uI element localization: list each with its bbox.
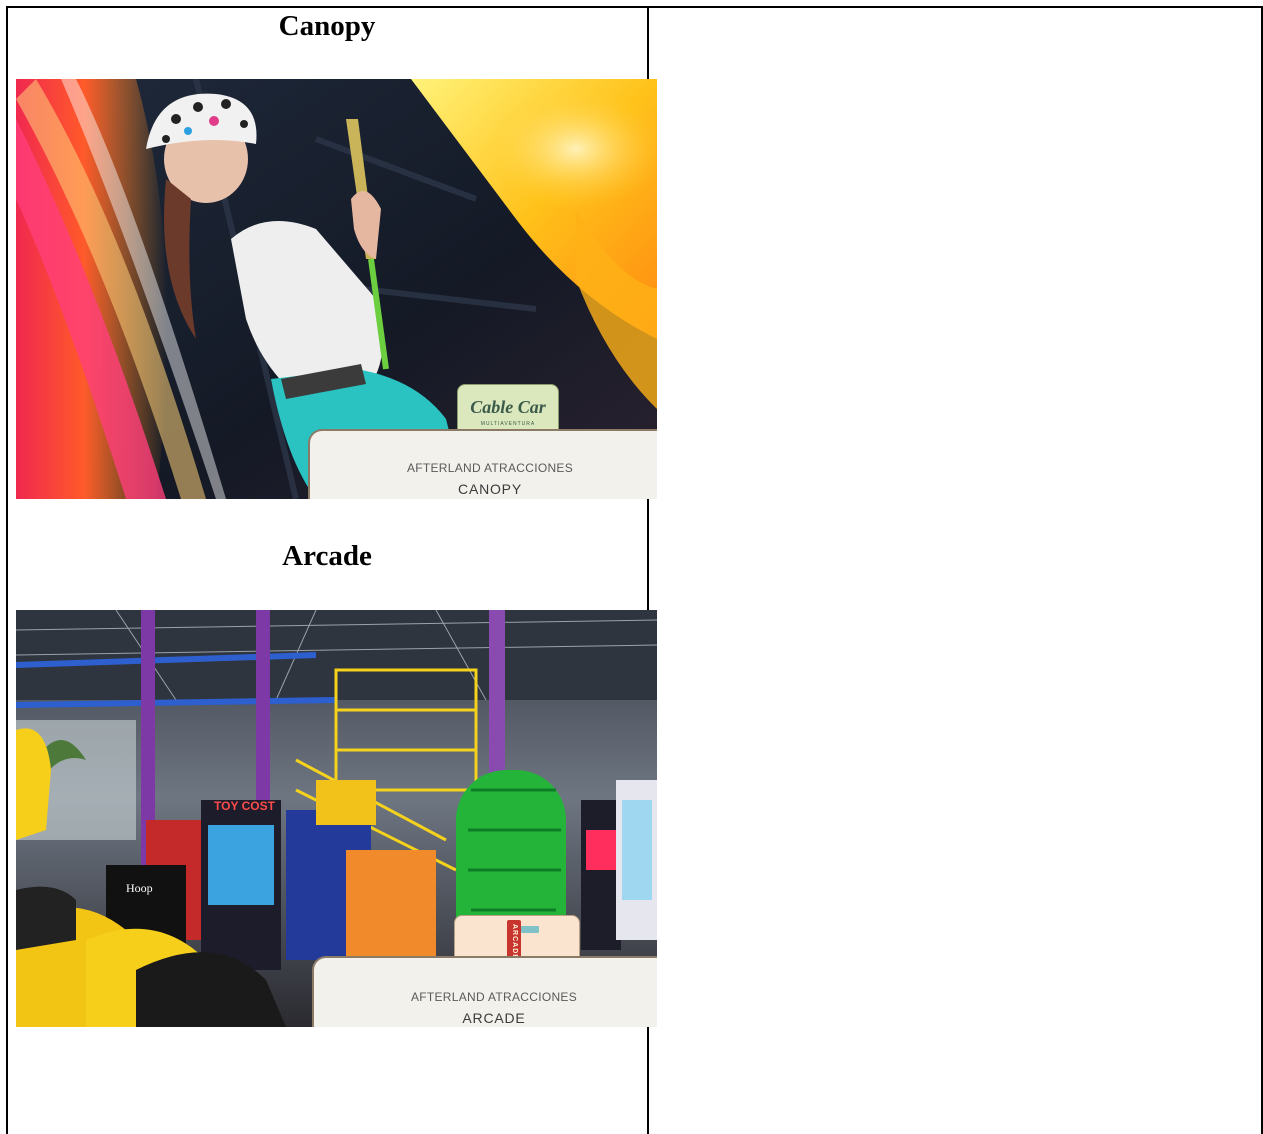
arcade-caption-title: ARCADE: [462, 1010, 526, 1026]
arcade-logo-text: ARCADE: [511, 924, 518, 960]
arcade-photo: TOY COST Hoop ARCADE AFTERLAND ATRACCION…: [16, 610, 657, 1027]
cable-car-logo-sub: MULTIAVENTURA: [480, 421, 536, 427]
canopy-photo: Cable Car MULTIAVENTURA AFTERLAND ATRACC…: [16, 79, 657, 499]
svg-text:TOY COST: TOY COST: [214, 799, 276, 813]
canopy-caption-brand: AFTERLAND ATRACCIONES: [406, 461, 574, 475]
section-heading-canopy: Canopy: [278, 10, 376, 42]
arcade-logo-flag: [521, 926, 539, 933]
arcade-caption-plate: AFTERLAND ATRACCIONES ARCADE: [312, 956, 657, 1027]
arcade-caption-brand: AFTERLAND ATRACCIONES: [410, 990, 578, 1004]
canopy-caption-plate: AFTERLAND ATRACCIONES CANOPY: [308, 429, 657, 499]
svg-text:Hoop: Hoop: [126, 881, 153, 895]
section-heading-arcade: Arcade: [282, 540, 372, 572]
canopy-caption-title: CANOPY: [458, 481, 522, 497]
cable-car-logo-text: Cable Car: [470, 397, 546, 417]
